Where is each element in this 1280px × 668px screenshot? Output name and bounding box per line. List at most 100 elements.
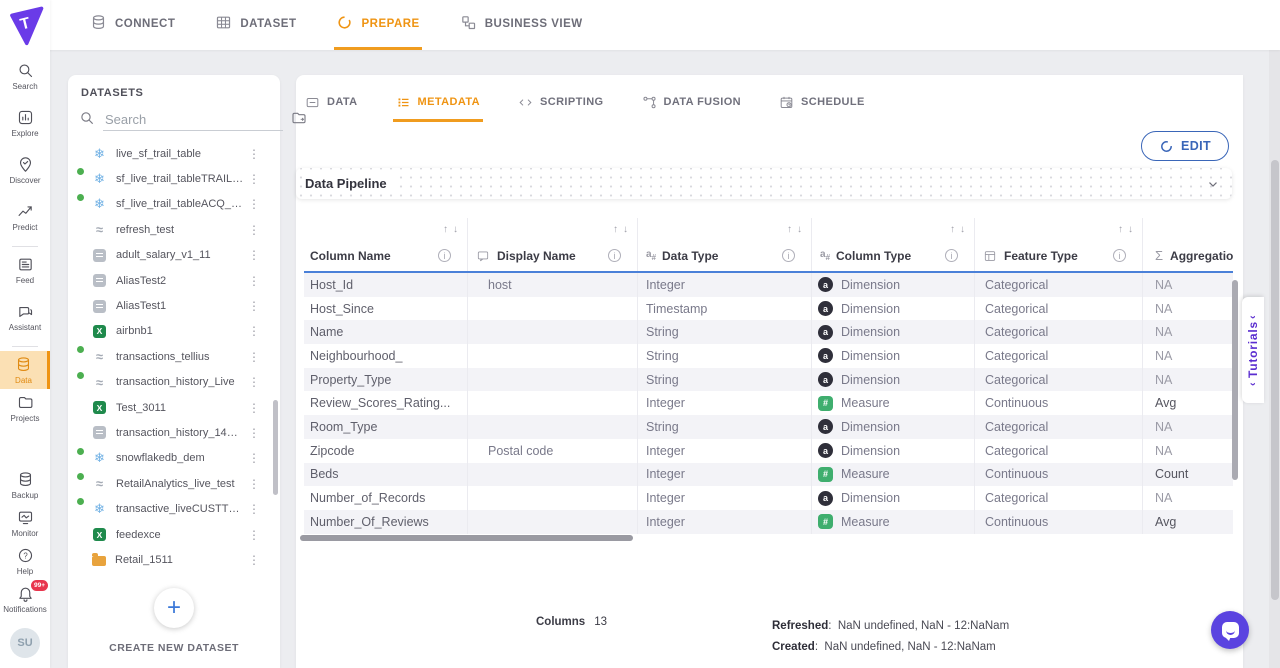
dataset-list-item[interactable]: sf_live_trail_tableACQ_LIFEC.. ⋮	[68, 192, 272, 217]
kebab-menu-icon[interactable]: ⋮	[248, 451, 260, 465]
brand-logo[interactable]: T	[0, 0, 50, 50]
dataset-list-item[interactable]: live_sf_trail_table ⋮	[68, 141, 272, 166]
kebab-menu-icon[interactable]: ⋮	[248, 324, 260, 338]
header-data-type[interactable]: a# Data Type	[638, 240, 812, 271]
cell-column-type[interactable]: Dimension	[812, 320, 975, 344]
cell-column-name[interactable]: Beds	[304, 463, 468, 487]
tab-data[interactable]: DATA	[302, 85, 361, 122]
nav-dataset[interactable]: DATASET	[213, 0, 298, 50]
cell-data-type[interactable]: Integer	[638, 273, 812, 297]
dataset-list-item[interactable]: snowflakedb_dem ⋮	[68, 446, 272, 471]
cell-data-type[interactable]: String	[638, 368, 812, 392]
cell-feature-type[interactable]: Categorical	[975, 320, 1143, 344]
cell-display-name[interactable]	[468, 297, 638, 321]
cell-display-name[interactable]	[468, 368, 638, 392]
cell-column-type[interactable]: Measure	[812, 391, 975, 415]
cell-column-type[interactable]: Dimension	[812, 344, 975, 368]
cell-column-name[interactable]: Host_Since	[304, 297, 468, 321]
table-row[interactable]: Name String Dimension Categorical NA	[304, 320, 1233, 344]
cell-aggregation[interactable]: NA	[1143, 320, 1229, 344]
dataset-list-item[interactable]: AliasTest1 ⋮	[68, 293, 272, 318]
info-icon[interactable]	[782, 249, 795, 262]
dataset-list-item[interactable]: sf_live_trail_tableTRAIL_TAB.. ⋮	[68, 166, 272, 191]
cell-aggregation[interactable]: Count	[1143, 463, 1229, 487]
dataset-list-item[interactable]: transactive_liveCUSTTRANS... ⋮	[68, 496, 272, 521]
cell-aggregation[interactable]: Avg	[1143, 391, 1229, 415]
kebab-menu-icon[interactable]: ⋮	[248, 350, 260, 364]
cell-column-name[interactable]: Room_Type	[304, 415, 468, 439]
header-feature-type[interactable]: Feature Type	[975, 240, 1143, 271]
cell-column-name[interactable]: Review_Scores_Rating...	[304, 391, 468, 415]
cell-column-name[interactable]: Host_Id	[304, 273, 468, 297]
cell-aggregation[interactable]: Avg	[1143, 510, 1229, 534]
kebab-menu-icon[interactable]: ⋮	[248, 248, 260, 262]
sidebar-item-discover[interactable]: Discover	[0, 151, 50, 189]
table-row[interactable]: Review_Scores_Rating... Integer Measure …	[304, 391, 1233, 415]
cell-display-name[interactable]	[468, 344, 638, 368]
sidebar-item-help[interactable]: ? Help	[0, 542, 50, 580]
cell-aggregation[interactable]: NA	[1143, 297, 1229, 321]
tab-scripting[interactable]: SCRIPTING	[515, 85, 607, 122]
dataset-list-item[interactable]: RetailAnalytics_live_test ⋮	[68, 471, 272, 496]
cell-aggregation[interactable]: NA	[1143, 486, 1229, 510]
dataset-list-item[interactable]: Retail_1511 ⋮	[68, 547, 272, 568]
kebab-menu-icon[interactable]: ⋮	[248, 172, 260, 186]
cell-column-type[interactable]: Dimension	[812, 415, 975, 439]
kebab-menu-icon[interactable]: ⋮	[248, 274, 260, 288]
dataset-list-item[interactable]: refresh_test ⋮	[68, 217, 272, 242]
header-column-name[interactable]: Column Name	[304, 240, 468, 271]
sidebar-item-monitor[interactable]: Monitor	[0, 504, 50, 542]
cell-feature-type[interactable]: Categorical	[975, 486, 1143, 510]
cell-feature-type[interactable]: Continuous	[975, 463, 1143, 487]
table-row[interactable]: Property_Type String Dimension Categoric…	[304, 368, 1233, 392]
kebab-menu-icon[interactable]: ⋮	[248, 197, 260, 211]
cell-display-name[interactable]	[468, 463, 638, 487]
cell-data-type[interactable]: Integer	[638, 439, 812, 463]
cell-column-type[interactable]: Dimension	[812, 273, 975, 297]
table-row[interactable]: Host_Id host Integer Dimension Categoric…	[304, 273, 1233, 297]
cell-aggregation[interactable]: NA	[1143, 368, 1229, 392]
sidebar-item-projects[interactable]: Projects	[0, 389, 50, 427]
dataset-list-item[interactable]: adult_salary_v1_11 ⋮	[68, 243, 272, 268]
user-avatar[interactable]: SU	[10, 628, 40, 658]
info-icon[interactable]	[945, 249, 958, 262]
cell-feature-type[interactable]: Categorical	[975, 344, 1143, 368]
dataset-list-item[interactable]: transaction_history_14m_de.. ⋮	[68, 420, 272, 445]
nav-prepare[interactable]: PREPARE	[334, 0, 421, 50]
cell-feature-type[interactable]: Categorical	[975, 273, 1143, 297]
tab-data-fusion[interactable]: DATA FUSION	[639, 85, 745, 122]
cell-aggregation[interactable]: NA	[1143, 415, 1229, 439]
page-scrollbar-thumb[interactable]	[1271, 160, 1279, 600]
cell-data-type[interactable]: Integer	[638, 391, 812, 415]
data-pipeline-bar[interactable]: Data Pipeline	[296, 168, 1232, 199]
datasets-scrollbar[interactable]	[273, 400, 278, 495]
dataset-list-item[interactable]: airbnb1 ⋮	[68, 319, 272, 344]
cell-column-name[interactable]: Neighbourhood_	[304, 344, 468, 368]
cell-data-type[interactable]: Timestamp	[638, 297, 812, 321]
cell-data-type[interactable]: Integer	[638, 463, 812, 487]
kebab-menu-icon[interactable]: ⋮	[248, 299, 260, 313]
cell-column-type[interactable]: Dimension	[812, 297, 975, 321]
cell-column-name[interactable]: Number_of_Records	[304, 486, 468, 510]
tab-metadata[interactable]: METADATA	[393, 85, 483, 122]
cell-display-name[interactable]: host	[468, 273, 638, 297]
cell-column-name[interactable]: Number_Of_Reviews	[304, 510, 468, 534]
table-row[interactable]: Zipcode Postal code Integer Dimension Ca…	[304, 439, 1233, 463]
folder-move-icon[interactable]	[291, 110, 307, 131]
dataset-list-item[interactable]: feedexce ⋮	[68, 522, 272, 547]
sort-control[interactable]: ↑↓	[468, 218, 638, 240]
sidebar-item-explore[interactable]: Explore	[0, 104, 50, 142]
table-row[interactable]: Neighbourhood_ String Dimension Categori…	[304, 344, 1233, 368]
cell-data-type[interactable]: Integer	[638, 486, 812, 510]
kebab-menu-icon[interactable]: ⋮	[248, 223, 260, 237]
cell-column-type[interactable]: Dimension	[812, 439, 975, 463]
sort-control[interactable]: ↑↓	[975, 218, 1143, 240]
cell-display-name[interactable]	[468, 486, 638, 510]
cell-column-name[interactable]: Zipcode	[304, 439, 468, 463]
kebab-menu-icon[interactable]: ⋮	[248, 375, 260, 389]
sidebar-item-feed[interactable]: Feed	[0, 251, 50, 289]
cell-display-name[interactable]	[468, 415, 638, 439]
sidebar-item-assistant[interactable]: Assistant	[0, 298, 50, 336]
kebab-menu-icon[interactable]: ⋮	[248, 147, 260, 161]
tab-schedule[interactable]: SCHEDULE	[776, 85, 868, 122]
